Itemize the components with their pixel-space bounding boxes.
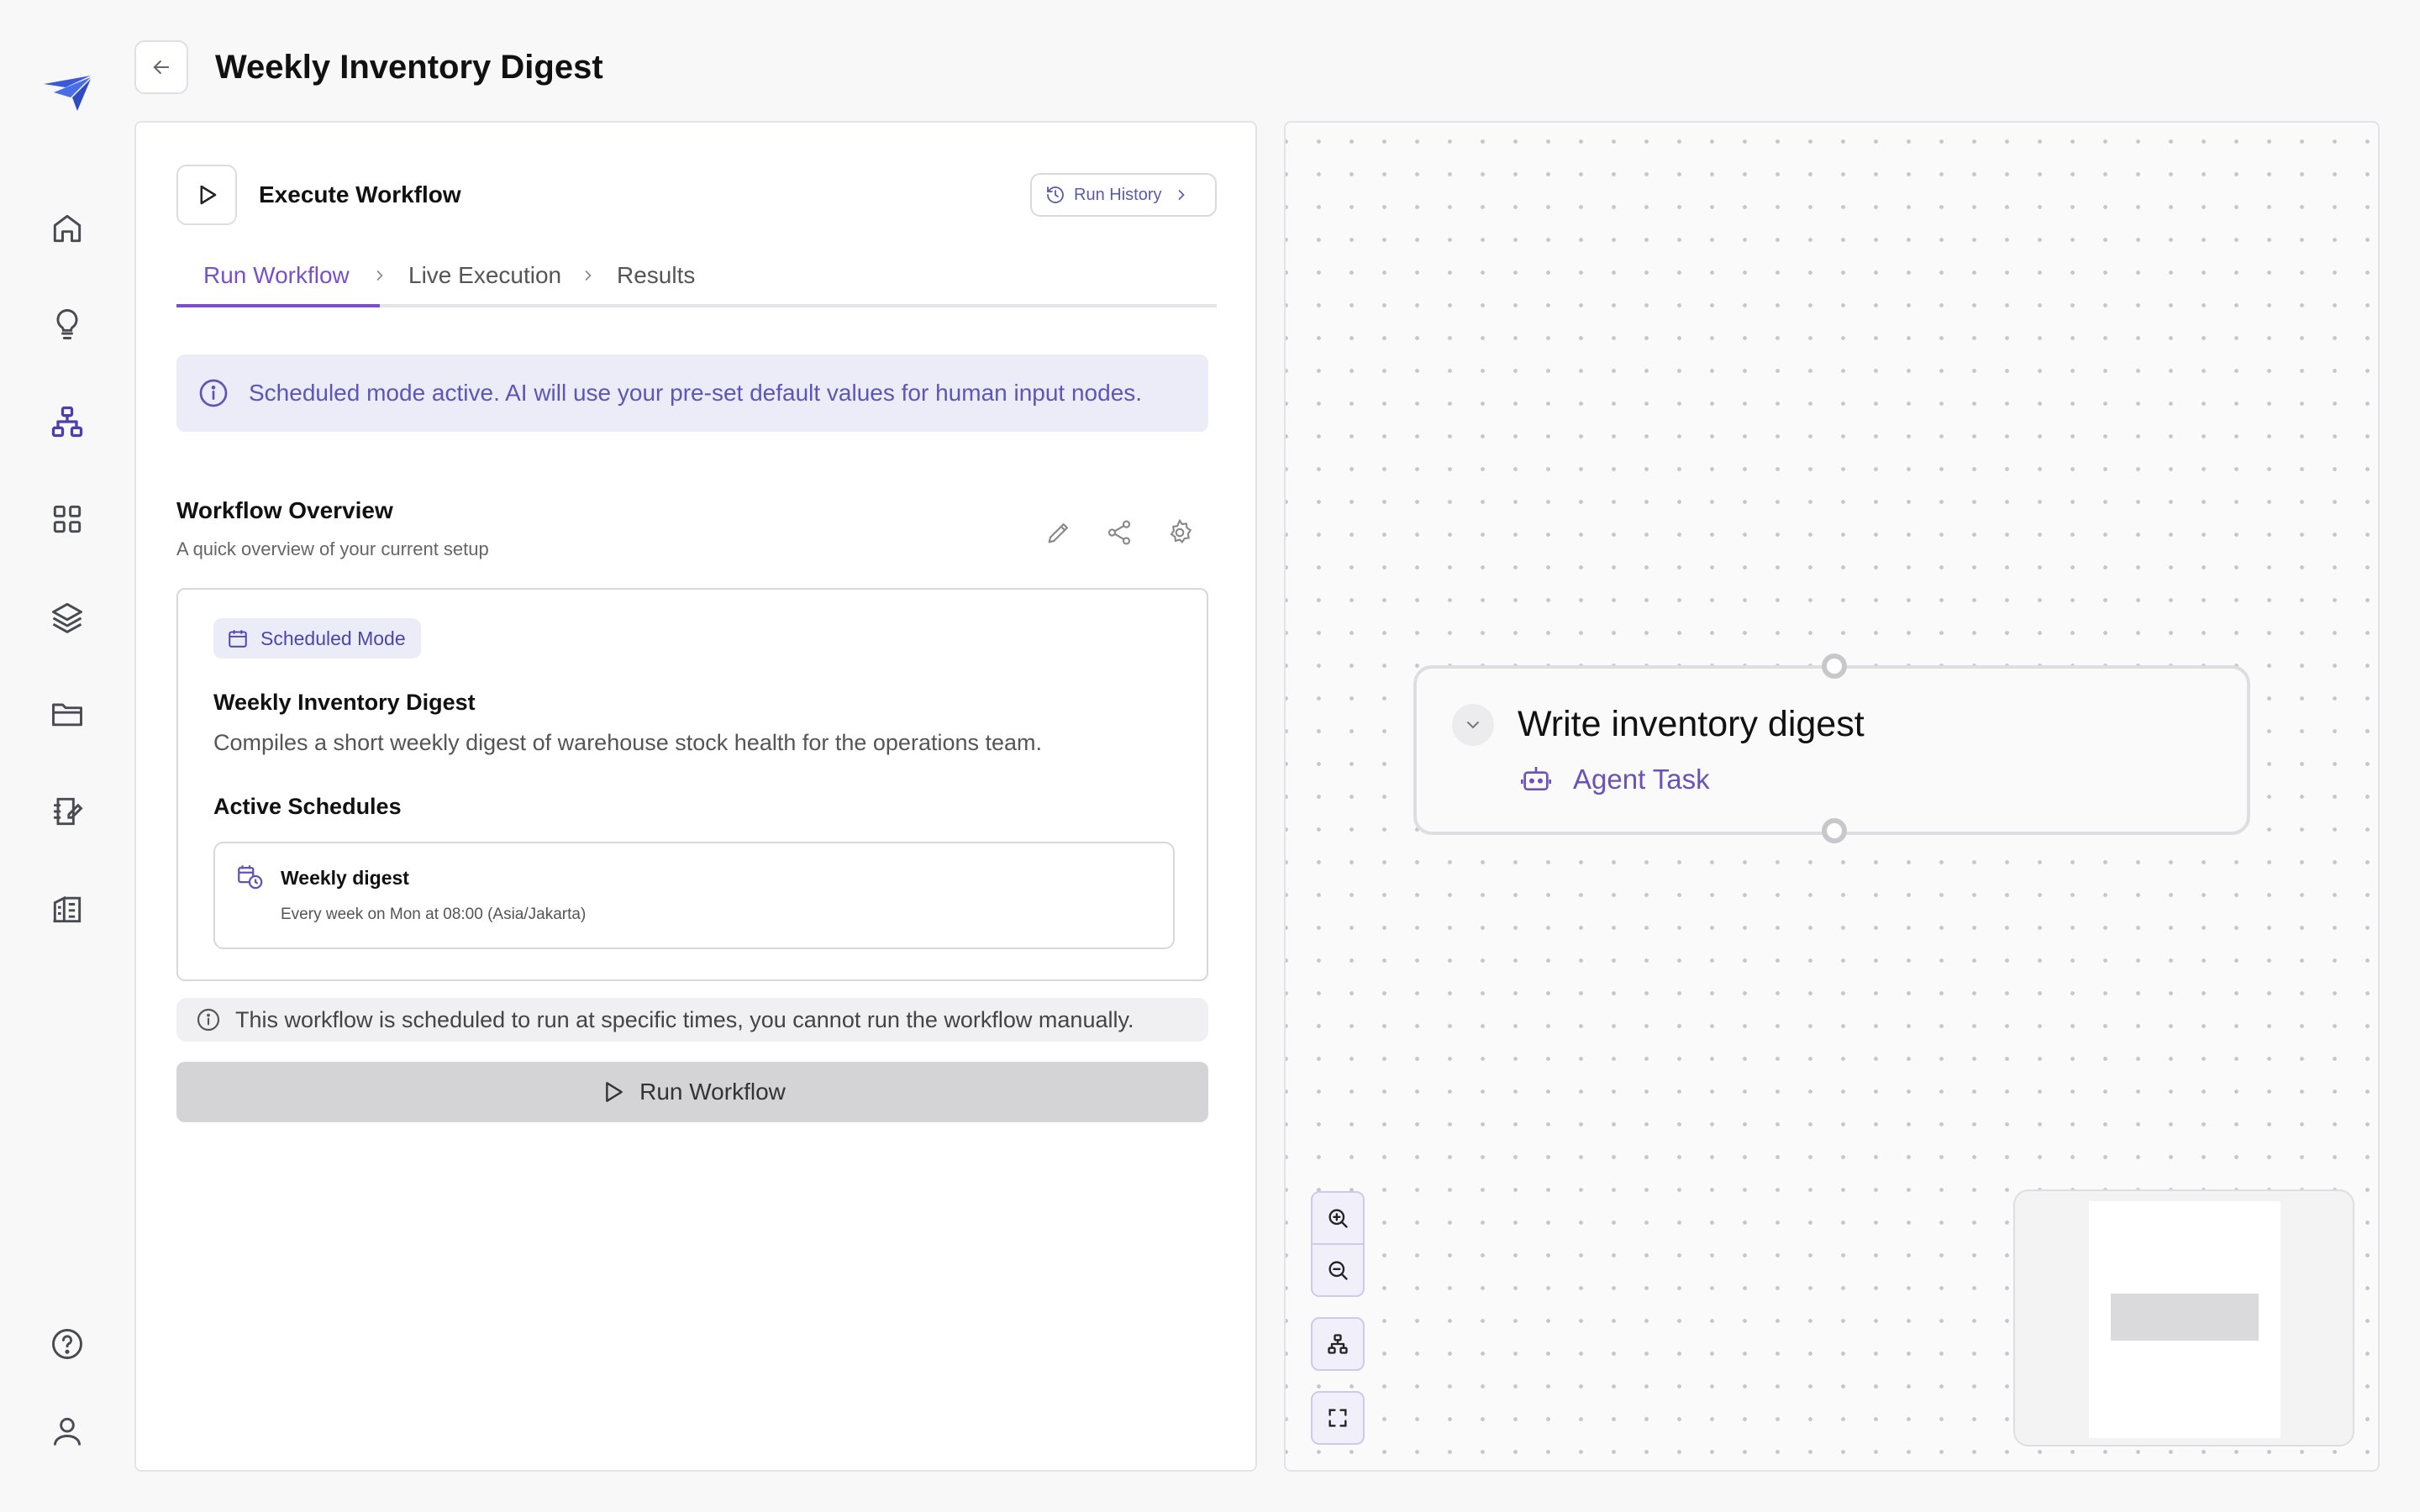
- execute-title: Execute Workflow: [259, 181, 461, 207]
- chevron-right-icon: [585, 270, 592, 281]
- fit-view-button[interactable]: [1311, 1391, 1365, 1445]
- fit-view-icon: [1328, 1409, 1347, 1427]
- node-type: Agent Task: [1519, 763, 1710, 796]
- robot-icon: [1521, 767, 1551, 790]
- calendar-icon: [229, 630, 247, 648]
- node-output-handle[interactable]: [1822, 818, 1847, 843]
- workflow-canvas[interactable]: Write inventory digest Agent Task: [1284, 121, 2380, 1472]
- node-title: Write inventory digest: [1518, 704, 1865, 744]
- calendar-clock-icon: [238, 865, 263, 890]
- run-workflow-label: Run Workflow: [639, 1079, 786, 1105]
- minimap-node: [2111, 1294, 2259, 1341]
- run-history-button[interactable]: Run History: [1030, 173, 1217, 217]
- node-type-label: Agent Task: [1573, 764, 1710, 795]
- manual-run-notice: This workflow is scheduled to run at spe…: [176, 998, 1208, 1042]
- zoom-out-icon: [1328, 1261, 1348, 1280]
- node-collapse-button[interactable]: [1452, 704, 1494, 746]
- schedule-item: Weekly digest Every week on Mon at 08:00…: [213, 842, 1175, 949]
- schedule-name: Weekly digest: [281, 867, 409, 889]
- manual-run-notice-text: This workflow is scheduled to run at spe…: [235, 1006, 1134, 1032]
- workflow-description: Compiles a short weekly digest of wareho…: [213, 730, 1043, 755]
- folder-icon[interactable]: [40, 687, 94, 741]
- scheduled-mode-badge: Scheduled Mode: [213, 618, 421, 659]
- layers-icon[interactable]: [40, 590, 94, 643]
- active-tab-indicator: [176, 304, 380, 307]
- home-icon[interactable]: [40, 202, 94, 255]
- zoom-in-icon: [1328, 1209, 1348, 1228]
- chevron-down-icon: [1467, 722, 1479, 729]
- notes-icon[interactable]: [40, 785, 94, 838]
- sidebar: [0, 0, 134, 1512]
- chevron-right-icon: [376, 270, 383, 281]
- node-input-handle[interactable]: [1822, 654, 1847, 679]
- auto-layout-icon: [1328, 1334, 1348, 1354]
- schedule-time: Every week on Mon at 08:00 (Asia/Jakarta…: [281, 906, 587, 923]
- page-title: Weekly Inventory Digest: [215, 49, 603, 86]
- lightbulb-icon[interactable]: [40, 297, 94, 351]
- canvas-minimap[interactable]: [2013, 1189, 2354, 1446]
- run-workflow-button[interactable]: Run Workflow: [176, 1062, 1208, 1122]
- arrow-left-icon: [153, 60, 170, 75]
- scheduled-mode-text: Scheduled mode active. AI will use your …: [249, 380, 1143, 406]
- overview-subtitle: A quick overview of your current setup: [176, 538, 489, 559]
- auto-layout-button[interactable]: [1311, 1317, 1365, 1371]
- tab-results[interactable]: Results: [617, 257, 695, 307]
- building-icon[interactable]: [40, 882, 94, 936]
- edit-icon[interactable]: [1039, 512, 1079, 553]
- scheduled-mode-label: Scheduled Mode: [260, 627, 406, 649]
- chevron-right-icon: [1179, 190, 1186, 200]
- run-history-label: Run History: [1074, 185, 1162, 204]
- help-icon[interactable]: [40, 1317, 94, 1371]
- step-tabs: Run Workflow Live Execution Results: [176, 257, 1217, 307]
- overview-title: Workflow Overview: [176, 497, 393, 523]
- zoom-in-button[interactable]: [1311, 1191, 1365, 1245]
- back-button[interactable]: [134, 40, 188, 94]
- active-schedules-title: Active Schedules: [213, 794, 402, 819]
- execute-panel: Execute Workflow Run History Run Workflo…: [134, 121, 1257, 1472]
- workflow-icon[interactable]: [40, 395, 94, 449]
- zoom-out-button[interactable]: [1311, 1243, 1365, 1297]
- info-icon: [199, 379, 228, 407]
- info-icon: [197, 1008, 220, 1032]
- grid-icon[interactable]: [40, 492, 94, 546]
- settings-icon[interactable]: [1160, 512, 1200, 553]
- history-icon: [1047, 186, 1064, 203]
- workflow-name: Weekly Inventory Digest: [213, 690, 476, 715]
- play-icon: [606, 1082, 623, 1102]
- logo-icon[interactable]: [40, 72, 94, 113]
- tab-live-execution[interactable]: Live Execution: [408, 257, 561, 307]
- workflow-node[interactable]: Write inventory digest Agent Task: [1413, 654, 2250, 843]
- user-icon[interactable]: [40, 1404, 94, 1458]
- scheduled-mode-banner: Scheduled mode active. AI will use your …: [176, 354, 1208, 432]
- share-icon[interactable]: [1099, 512, 1139, 553]
- tab-run-workflow[interactable]: Run Workflow: [203, 257, 350, 307]
- play-icon: [176, 165, 237, 225]
- overview-card: Scheduled Mode Weekly Inventory Digest C…: [176, 588, 1208, 981]
